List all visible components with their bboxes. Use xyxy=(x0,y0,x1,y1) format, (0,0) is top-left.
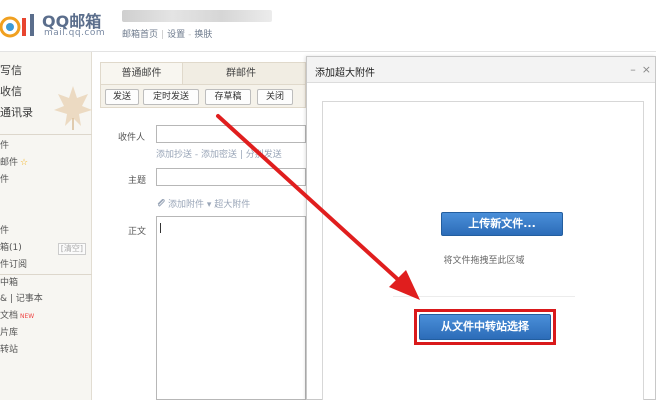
settings-link[interactable]: 设置 xyxy=(167,27,185,40)
compose-tabs: 普通邮件 群邮件 xyxy=(100,62,306,85)
folder-item[interactable] xyxy=(0,189,92,206)
folder-item[interactable]: 中箱 xyxy=(0,274,92,291)
folder-item-trash[interactable]: 箱(1) [清空] xyxy=(0,240,92,257)
select-from-transfer-station-button[interactable]: 从文件中转站选择 xyxy=(419,314,551,340)
star-icon: ☆ xyxy=(20,158,29,168)
folder-item[interactable] xyxy=(0,206,92,223)
file-drop-zone[interactable]: 上传新文件... 将文件拖拽至此区域 xyxy=(322,101,644,400)
logo-subtitle: mail.qq.com xyxy=(44,28,106,38)
folder-item-transfer[interactable]: 转站 xyxy=(0,342,92,359)
subject-label: 主题 xyxy=(128,176,147,186)
tab-group-mail[interactable]: 群邮件 xyxy=(211,63,271,85)
folder-item-starred[interactable]: 邮件 ☆ xyxy=(0,155,92,172)
drop-zone-divider xyxy=(393,296,575,297)
recipient-field[interactable] xyxy=(156,125,306,143)
account-name-blurred xyxy=(122,10,272,22)
large-attachment-dialog: 添加超大附件 – × 上传新文件... 将文件拖拽至此区域 xyxy=(306,56,656,400)
upload-new-file-button[interactable]: 上传新文件... xyxy=(441,212,563,236)
compose-panel: 普通邮件 群邮件 发送 定时发送 存草稿 关闭 收件人 添加抄送 - 添加密送 … xyxy=(92,52,306,400)
home-link[interactable]: 邮箱首页 xyxy=(122,27,158,40)
paperclip-icon xyxy=(157,198,165,207)
drag-hint-text: 将文件拖拽至此区域 xyxy=(443,256,525,266)
body-label: 正文 xyxy=(128,227,147,237)
tab-normal-mail[interactable]: 普通邮件 xyxy=(101,63,183,85)
dialog-title: 添加超大附件 xyxy=(315,68,375,79)
top-header: QQ邮箱 mail.qq.com 邮箱首页 | 设置 - 换肤 xyxy=(0,0,656,52)
body-editor[interactable] xyxy=(156,216,306,400)
folder-item-notes[interactable]: & | 记事本 xyxy=(0,291,92,308)
skin-link[interactable]: 换肤 xyxy=(194,27,212,40)
folder-item-photos[interactable]: 片库 xyxy=(0,325,92,342)
sidebar-divider xyxy=(0,134,92,135)
subject-field[interactable] xyxy=(156,168,306,186)
dialog-header: 添加超大附件 – × xyxy=(307,57,655,83)
clear-trash-button[interactable]: [清空] xyxy=(57,243,86,255)
new-badge: NEW xyxy=(20,313,35,320)
folder-item-subscriptions[interactable]: 件订阅 xyxy=(0,257,92,274)
close-icon[interactable]: × xyxy=(642,63,651,76)
save-draft-button[interactable]: 存草稿 xyxy=(205,89,251,105)
compose-toolbar: 发送 定时发送 存草稿 关闭 xyxy=(100,84,306,108)
nav-write[interactable]: 写信 xyxy=(0,60,92,81)
top-links: 邮箱首页 | 设置 - 换肤 xyxy=(122,27,212,40)
send-button[interactable]: 发送 xyxy=(105,89,139,105)
recipient-label: 收件人 xyxy=(118,133,146,143)
folder-list: 件 邮件 ☆ 件 件 箱(1) [清空] 件订阅 中箱 & | 记事本 文档 NEW … xyxy=(0,138,92,359)
cc-bcc-links[interactable]: 添加抄送 - 添加密送 | 分别发送 xyxy=(156,147,282,160)
folder-item[interactable]: 件 xyxy=(0,138,92,155)
close-compose-button[interactable]: 关闭 xyxy=(257,89,293,105)
folder-item[interactable]: 件 xyxy=(0,172,92,189)
sidebar: 写信 收信 通讯录 件 邮件 ☆ 件 件 箱(1) [清空] 件订阅 中箱 & | … xyxy=(0,52,92,400)
text-caret xyxy=(160,223,161,233)
scheduled-send-button[interactable]: 定时发送 xyxy=(143,89,199,105)
qq-mail-logo-icon[interactable] xyxy=(0,12,40,42)
add-attachment-link[interactable]: 添加附件 ▾ 超大附件 xyxy=(168,197,250,210)
maple-leaf-icon xyxy=(54,86,92,130)
folder-item-docs[interactable]: 文档 NEW xyxy=(0,308,92,325)
minimize-icon[interactable]: – xyxy=(630,63,636,76)
folder-item[interactable]: 件 xyxy=(0,223,92,240)
